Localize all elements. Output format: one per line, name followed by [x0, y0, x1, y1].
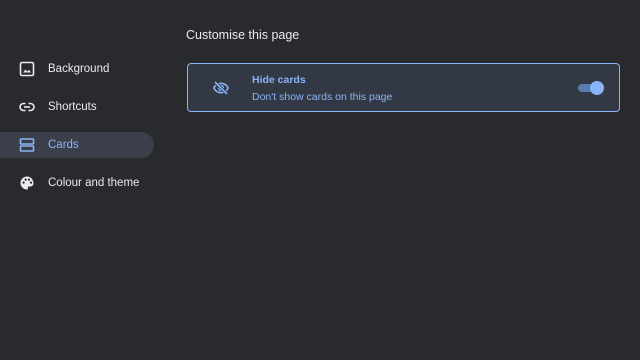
palette-icon [18, 174, 36, 192]
sidebar-item-label: Background [48, 63, 110, 75]
eye-off-icon [212, 79, 230, 97]
hide-cards-description: Don't show cards on this page [252, 91, 393, 103]
link-icon [18, 98, 36, 116]
page-title: Customise this page [186, 28, 300, 42]
hide-cards-title: Hide cards [252, 74, 306, 86]
customise-page-dialog: Background Shortcuts Cards Colour and th… [0, 0, 640, 360]
sidebar-item-background[interactable]: Background [0, 56, 154, 82]
sidebar-item-label: Colour and theme [48, 177, 140, 189]
sidebar-item-shortcuts[interactable]: Shortcuts [0, 94, 154, 120]
sidebar-item-label: Shortcuts [48, 101, 97, 113]
hide-cards-option[interactable]: Hide cards Don't show cards on this page [187, 63, 620, 112]
background-image-icon [18, 60, 36, 78]
sidebar-item-label: Cards [48, 139, 79, 151]
sidebar: Background Shortcuts Cards Colour and th… [0, 56, 160, 208]
cards-icon [18, 136, 36, 154]
sidebar-item-colour-and-theme[interactable]: Colour and theme [0, 170, 154, 196]
toggle-knob [590, 81, 604, 95]
sidebar-item-cards[interactable]: Cards [0, 132, 154, 158]
hide-cards-toggle[interactable] [578, 81, 604, 95]
